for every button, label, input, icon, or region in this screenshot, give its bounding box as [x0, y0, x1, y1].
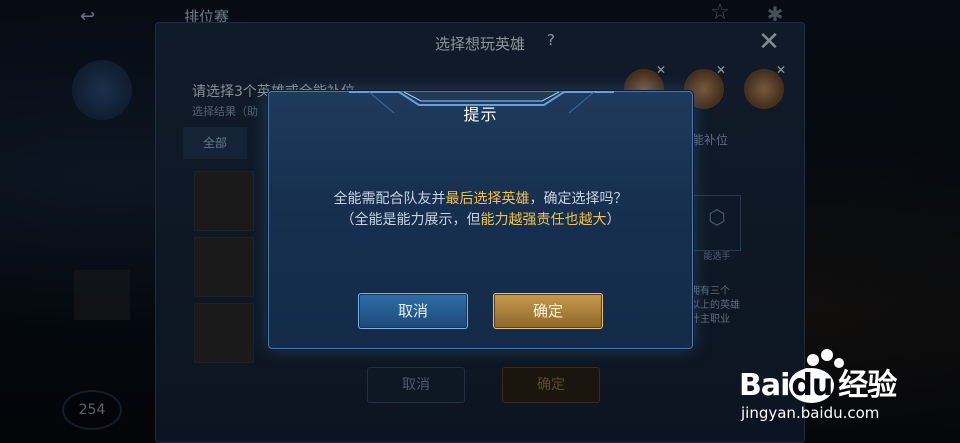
dialog-message-line2: （全能是能力展示，但能力越强责任也越大）	[340, 212, 621, 228]
highlight-text: 能力越强责任也越大	[480, 212, 607, 228]
confirm-dialog: 提示 全能需配合队友并最后选择英雄，确定选择吗？ （全能是能力展示，但能力越强责…	[268, 91, 693, 349]
highlight-text: 最后选择英雄	[445, 191, 530, 207]
watermark-brand: Baidu 经验	[739, 368, 897, 403]
watermark: Baidu 经验 jingyan.baidu.com	[735, 346, 950, 436]
cancel-button[interactable]: 取消	[358, 293, 468, 329]
confirm-button[interactable]: 确定	[493, 293, 603, 329]
dialog-title: 提示	[463, 105, 498, 124]
dialog-message-line1: 全能需配合队友并最后选择英雄，确定选择吗？	[333, 191, 628, 207]
watermark-url: jingyan.baidu.com	[741, 404, 880, 422]
